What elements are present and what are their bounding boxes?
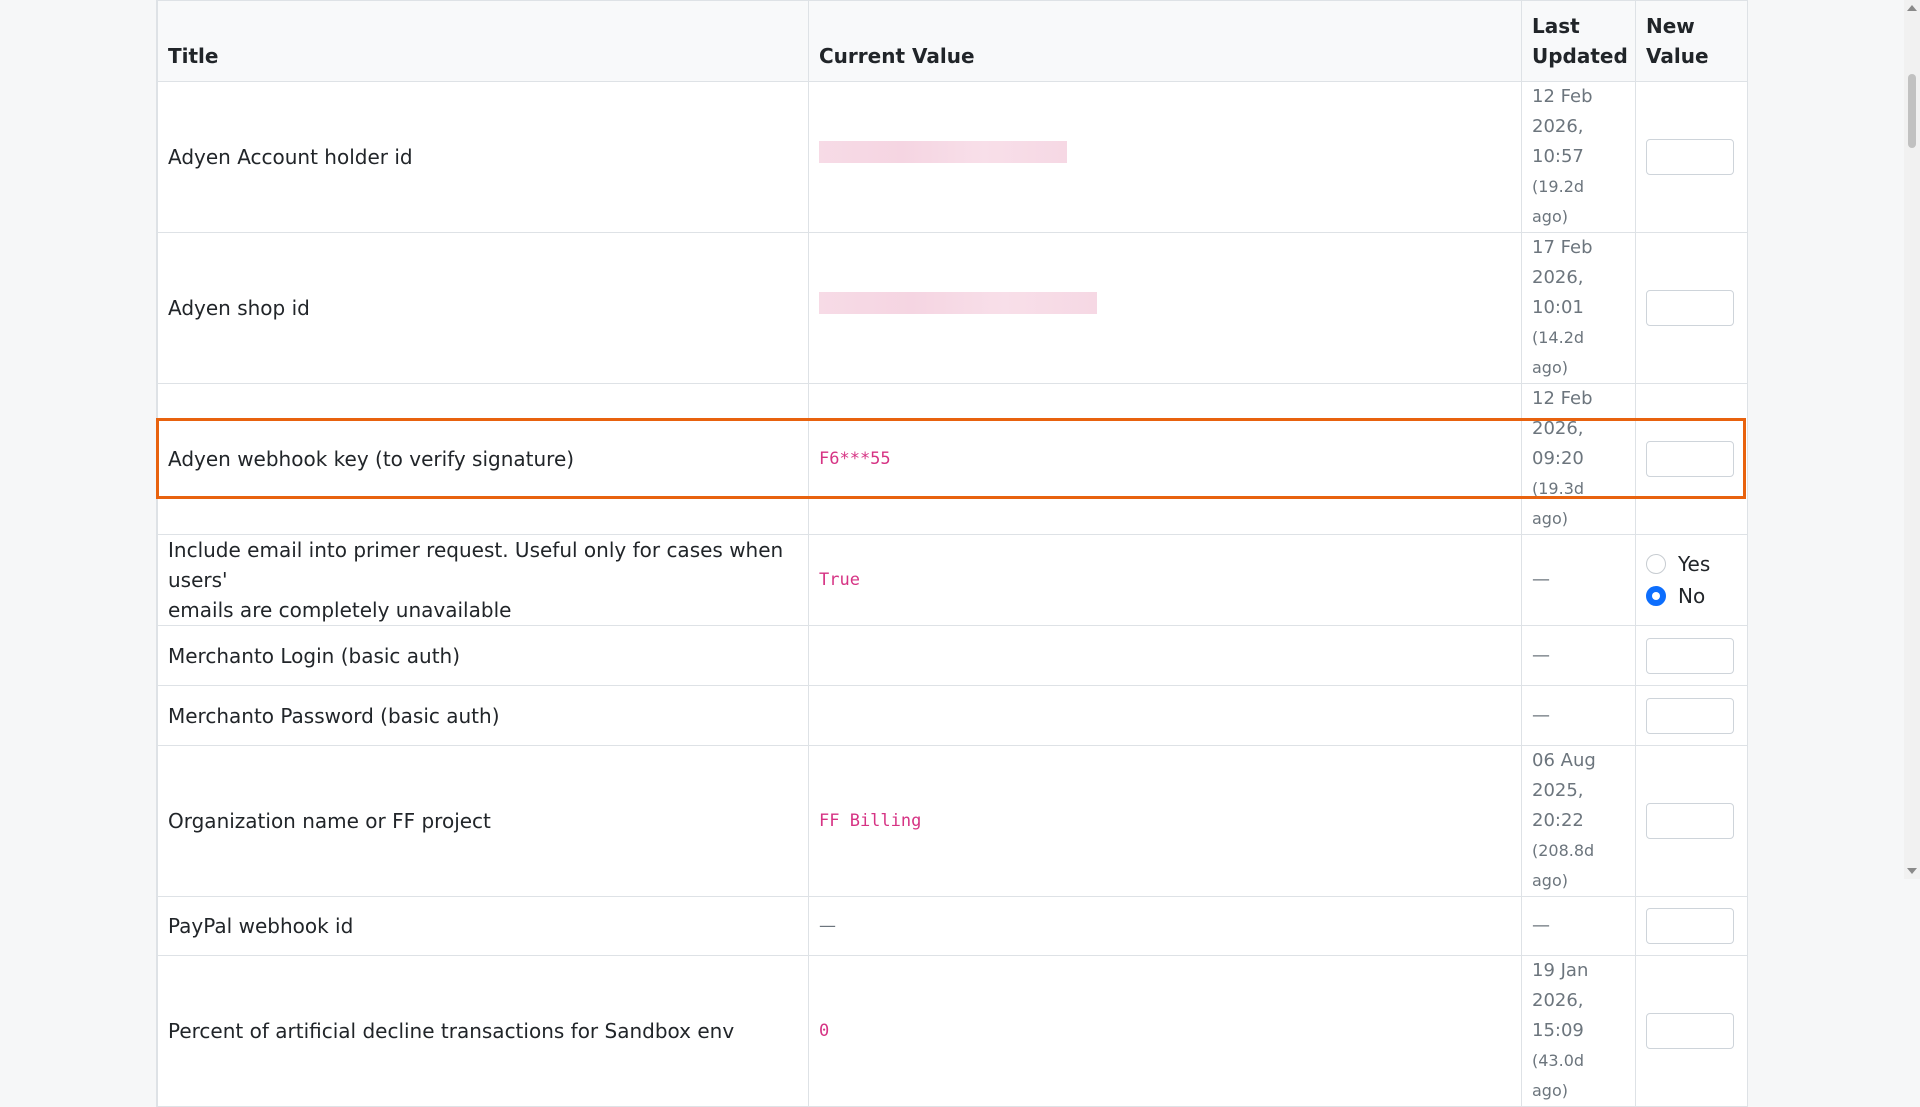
new-value-input[interactable] (1646, 908, 1734, 944)
row-new-value (1635, 625, 1748, 686)
updated-ago: (208.8d ago) (1532, 841, 1595, 890)
header-current-value: Current Value (808, 0, 1522, 82)
updated-time: 2025, 20:22 (1532, 780, 1584, 831)
redacted-value (819, 292, 1097, 314)
header-last-updated: Last Updated (1521, 0, 1636, 82)
row-current-value (808, 232, 1522, 384)
vertical-scrollbar[interactable] (1904, 0, 1920, 879)
scroll-down-arrow-icon[interactable] (1907, 868, 1917, 874)
row-title: Adyen shop id (157, 232, 809, 384)
row-title: Adyen Account holder id (157, 81, 809, 233)
settings-table: Title Current Value Last Updated New Val… (157, 0, 1748, 1107)
row-last-updated: 06 Aug 2025, 20:22 (208.8d ago) (1521, 745, 1636, 897)
scrollbar-thumb[interactable] (1908, 74, 1916, 148)
updated-date: 19 Jan (1532, 960, 1589, 981)
row-last-updated: — (1521, 896, 1636, 956)
table-row: Percent of artificial decline transactio… (157, 955, 1748, 1107)
row-current-value: FF Billing (808, 745, 1522, 897)
radio-yes-label: Yes (1678, 552, 1711, 576)
row-last-updated: 12 Feb 2026, 09:20 (19.3d ago) (1521, 383, 1636, 535)
row-title-line2: emails are completely unavailable (168, 598, 512, 622)
updated-ago: (14.2d ago) (1532, 328, 1585, 377)
table-row: PayPal webhook id — — (157, 896, 1748, 956)
table-row: Adyen webhook key (to verify signature) … (157, 383, 1748, 535)
redacted-value (819, 141, 1067, 163)
row-new-value: Yes No (1635, 534, 1748, 626)
settings-table-container: Title Current Value Last Updated New Val… (156, 0, 1748, 1107)
row-title: Include email into primer request. Usefu… (157, 534, 809, 626)
updated-ago: (19.2d ago) (1532, 177, 1585, 226)
row-current-value (808, 625, 1522, 686)
updated-time: 2026, 10:01 (1532, 267, 1584, 318)
row-last-updated: 17 Feb 2026, 10:01 (14.2d ago) (1521, 232, 1636, 384)
row-last-updated: — (1521, 534, 1636, 626)
row-last-updated: 19 Jan 2026, 15:09 (43.0d ago) (1521, 955, 1636, 1107)
updated-date: 17 Feb (1532, 237, 1593, 258)
updated-date: 12 Feb (1532, 388, 1593, 409)
updated-date: 12 Feb (1532, 86, 1593, 107)
row-new-value (1635, 81, 1748, 233)
row-new-value (1635, 955, 1748, 1107)
row-title-line1: Include email into primer request. Usefu… (168, 538, 784, 592)
updated-date: 06 Aug (1532, 750, 1596, 771)
row-title: Merchanto Password (basic auth) (157, 685, 809, 746)
header-last-updated-line1: Last (1532, 14, 1580, 38)
updated-time: 2026, 10:57 (1532, 116, 1584, 167)
table-row: Merchanto Login (basic auth) — (157, 625, 1748, 686)
new-value-input[interactable] (1646, 637, 1734, 674)
radio-option-no[interactable]: No (1646, 580, 1737, 612)
row-current-value: F6***55 (808, 383, 1522, 535)
row-title: Adyen webhook key (to verify signature) (157, 383, 809, 535)
table-header-row: Title Current Value Last Updated New Val… (157, 0, 1748, 82)
radio-yes[interactable] (1646, 554, 1666, 574)
radio-no[interactable] (1646, 586, 1666, 606)
row-current-value: 0 (808, 955, 1522, 1107)
updated-ago: (43.0d ago) (1532, 1051, 1585, 1100)
row-title: Merchanto Login (basic auth) (157, 625, 809, 686)
new-value-input[interactable] (1646, 139, 1734, 175)
row-current-value: — (808, 896, 1522, 956)
new-value-input[interactable] (1646, 697, 1734, 734)
scroll-up-arrow-icon[interactable] (1907, 5, 1917, 11)
current-value-dash: — (819, 916, 836, 936)
row-new-value (1635, 745, 1748, 897)
header-new-value-line2: Value (1646, 44, 1709, 68)
row-current-value (808, 81, 1522, 233)
row-title: Organization name or FF project (157, 745, 809, 897)
header-new-value-line1: New (1646, 14, 1695, 38)
table-row: Organization name or FF project FF Billi… (157, 745, 1748, 897)
table-row: Adyen shop id 17 Feb 2026, 10:01 (14.2d … (157, 232, 1748, 384)
table-row-highlighted: Include email into primer request. Usefu… (157, 534, 1748, 626)
header-title: Title (157, 0, 809, 82)
radio-no-label: No (1678, 584, 1706, 608)
updated-time: 2026, 15:09 (1532, 990, 1584, 1041)
updated-time: 2026, 09:20 (1532, 418, 1584, 469)
new-value-input[interactable] (1646, 803, 1734, 839)
row-new-value (1635, 383, 1748, 535)
new-value-input[interactable] (1646, 290, 1734, 326)
header-last-updated-line2: Updated (1532, 44, 1628, 68)
radio-option-yes[interactable]: Yes (1646, 548, 1737, 580)
table-row: Adyen Account holder id 12 Feb 2026, 10:… (157, 81, 1748, 233)
row-new-value (1635, 685, 1748, 746)
row-last-updated: 12 Feb 2026, 10:57 (19.2d ago) (1521, 81, 1636, 233)
table-row: Merchanto Password (basic auth) — (157, 685, 1748, 746)
row-last-updated: — (1521, 685, 1636, 746)
row-last-updated: — (1521, 625, 1636, 686)
row-new-value (1635, 232, 1748, 384)
row-new-value (1635, 896, 1748, 956)
row-current-value (808, 685, 1522, 746)
new-value-input[interactable] (1646, 1013, 1734, 1049)
header-new-value: New Value (1635, 0, 1748, 82)
row-title: Percent of artificial decline transactio… (157, 955, 809, 1107)
new-value-input[interactable] (1646, 441, 1734, 477)
updated-ago: (19.3d ago) (1532, 479, 1585, 528)
row-title: PayPal webhook id (157, 896, 809, 956)
row-current-value: True (808, 534, 1522, 626)
